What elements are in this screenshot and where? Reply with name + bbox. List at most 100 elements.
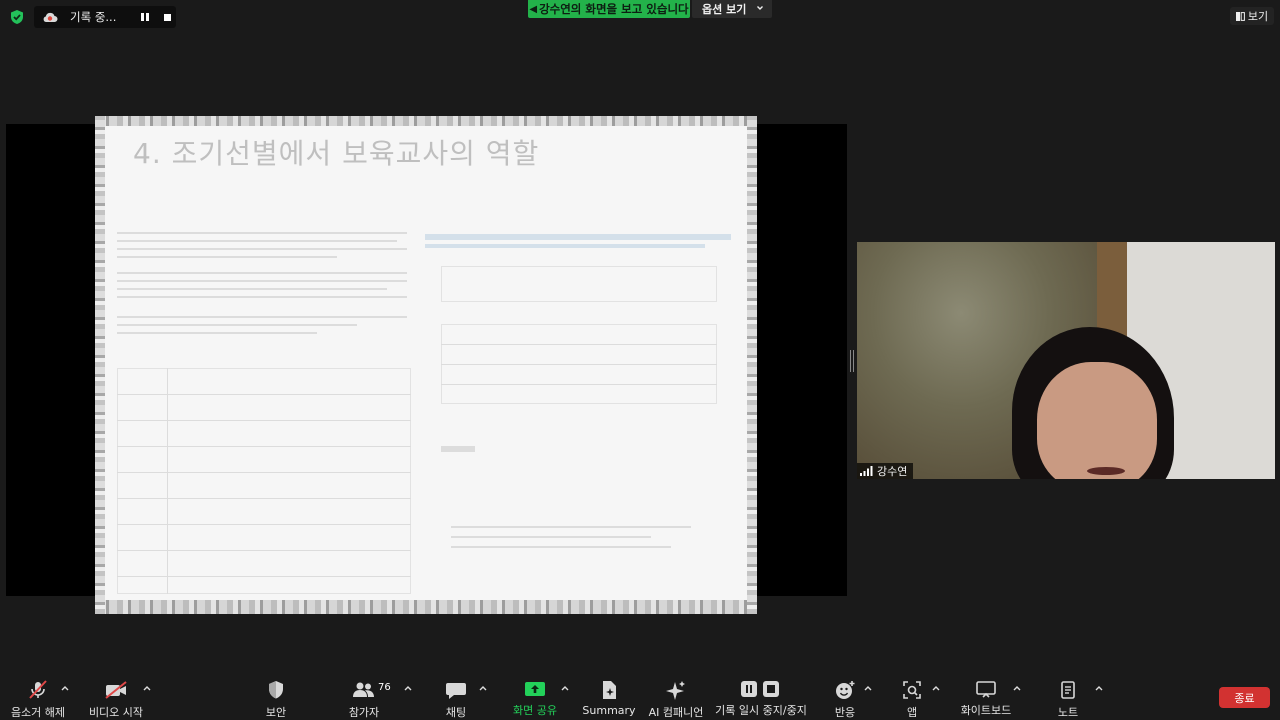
view-button-label: 보기: [1247, 10, 1269, 23]
document-table-row: [117, 498, 411, 499]
apps-button[interactable]: 앱: [898, 680, 926, 719]
reactions-button[interactable]: 반응: [830, 680, 860, 719]
share-banner-text: 강수연의 화면을 보고 있습니다: [539, 2, 689, 16]
view-layout-button[interactable]: 보기: [1230, 7, 1274, 25]
signal-strength-icon: [860, 466, 873, 476]
document-edge: [95, 116, 105, 614]
document-table: [117, 368, 411, 594]
participants-count: 76: [378, 682, 391, 693]
document-table-row: [117, 420, 411, 421]
reactions-options-caret[interactable]: [863, 684, 873, 692]
notes-label: 노트: [1057, 706, 1079, 719]
layout-icon: [1235, 11, 1245, 21]
video-options-caret[interactable]: [142, 684, 152, 692]
apps-options-caret[interactable]: [931, 684, 941, 692]
document-table-row: [117, 524, 411, 525]
participants-options-caret[interactable]: [403, 684, 413, 692]
share-screen-button[interactable]: 화면 공유: [510, 680, 560, 718]
participant-name: 강수연: [877, 465, 908, 478]
document-table-row: [441, 344, 717, 345]
recording-pause-stop-label: 기록 일시 중지/중지: [715, 704, 807, 717]
share-options-caret[interactable]: [560, 684, 570, 692]
document-highlight: [425, 244, 705, 248]
document-table-row: [117, 446, 411, 447]
sparkle-icon: [664, 680, 688, 700]
start-video-button[interactable]: 비디오 시작: [86, 680, 146, 719]
document-text-line: [117, 316, 407, 318]
ai-companion-button[interactable]: AI 컴패니언: [646, 680, 706, 719]
chat-button[interactable]: 채팅: [440, 680, 472, 719]
document-text-line: [117, 272, 407, 274]
recording-label: 기록 중...: [70, 10, 117, 24]
pause-stop-icon: [739, 680, 783, 698]
participant-figure: [1087, 467, 1125, 475]
document-edge: [95, 116, 757, 126]
whiteboard-button[interactable]: 화이트보드: [956, 680, 1016, 718]
recording-pause-stop-button[interactable]: 기록 일시 중지/중지: [714, 680, 808, 718]
view-options-button[interactable]: 옵션 보기: [692, 0, 772, 18]
view-options-label: 옵션 보기: [702, 3, 747, 16]
chat-bubble-icon: [444, 680, 468, 700]
document-highlight: [425, 234, 731, 240]
participant-name-tag: 강수연: [857, 463, 914, 479]
share-screen-label: 화면 공유: [513, 704, 557, 717]
share-screen-icon: [523, 680, 547, 698]
participants-label: 참가자: [348, 706, 380, 719]
screen-share-banner: ◀ 강수연의 화면을 보고 있습니다: [528, 0, 690, 18]
participants-button[interactable]: 76 참가자: [340, 680, 391, 719]
chat-label: 채팅: [445, 706, 467, 719]
security-label: 보안: [265, 706, 287, 719]
notes-button[interactable]: 노트: [1054, 680, 1082, 719]
document-table-row: [117, 550, 411, 551]
speaker-icon: ◀: [529, 3, 538, 15]
document-text-line: [117, 280, 407, 282]
document-table-row: [117, 576, 411, 577]
start-video-label: 비디오 시작: [88, 706, 144, 719]
document-table-column: [167, 368, 168, 594]
document-text-line: [441, 446, 475, 452]
end-meeting-button[interactable]: 종료: [1219, 687, 1270, 708]
recording-stop-button[interactable]: [160, 10, 174, 24]
summary-label: Summary: [582, 704, 636, 717]
document-text-line: [451, 536, 651, 538]
participant-video-tile[interactable]: 강수연: [857, 242, 1275, 479]
document-table-row: [117, 394, 411, 395]
unmute-label: 음소거 해제: [10, 706, 66, 719]
document-text-line: [117, 332, 317, 334]
document-table-row: [441, 384, 717, 385]
document-text-line: [117, 232, 407, 234]
apps-icon: [900, 680, 924, 700]
smiley-add-icon: [833, 680, 857, 700]
document-title: 4. 조기선별에서 보육교사의 역할: [133, 137, 540, 170]
document-text-line: [117, 248, 407, 250]
whiteboard-options-caret[interactable]: [1012, 684, 1022, 692]
ai-companion-label: AI 컴패니언: [648, 706, 704, 719]
recording-indicator: 기록 중...: [34, 6, 176, 28]
split-resize-handle[interactable]: [850, 350, 854, 372]
document-edge: [95, 600, 757, 614]
audio-options-caret[interactable]: [60, 684, 70, 692]
zoom-meeting-window: 기록 중... ◀ 강수연의 화면을 보고 있습니다 옵션 보기 보기 4. 조…: [0, 0, 1280, 720]
document-text-line: [117, 296, 407, 298]
video-off-icon: [104, 680, 128, 700]
unmute-button[interactable]: 음소거 해제: [8, 680, 68, 719]
whiteboard-icon: [974, 680, 998, 698]
participant-figure: [1037, 362, 1157, 479]
document-text-line: [451, 526, 691, 528]
chat-options-caret[interactable]: [478, 684, 488, 692]
whiteboard-label: 화이트보드: [960, 704, 1012, 717]
recording-pause-button[interactable]: [138, 10, 152, 24]
document-table-row: [441, 364, 717, 365]
people-icon: 76: [352, 680, 391, 700]
document-edge: [747, 116, 757, 614]
chevron-down-icon: [757, 6, 763, 10]
document-table-row: [117, 472, 411, 473]
notes-options-caret[interactable]: [1094, 684, 1104, 692]
shield-check-icon[interactable]: [9, 9, 25, 25]
summary-button[interactable]: Summary: [582, 680, 636, 718]
document-text-line: [117, 324, 357, 326]
security-button[interactable]: 보안: [256, 680, 296, 719]
shield-icon: [264, 680, 288, 700]
meeting-toolbar: 음소거 해제 비디오 시작 보안 76 참가자 채팅 화면 공유 Summary…: [0, 672, 1280, 720]
document-text-line: [451, 546, 671, 548]
